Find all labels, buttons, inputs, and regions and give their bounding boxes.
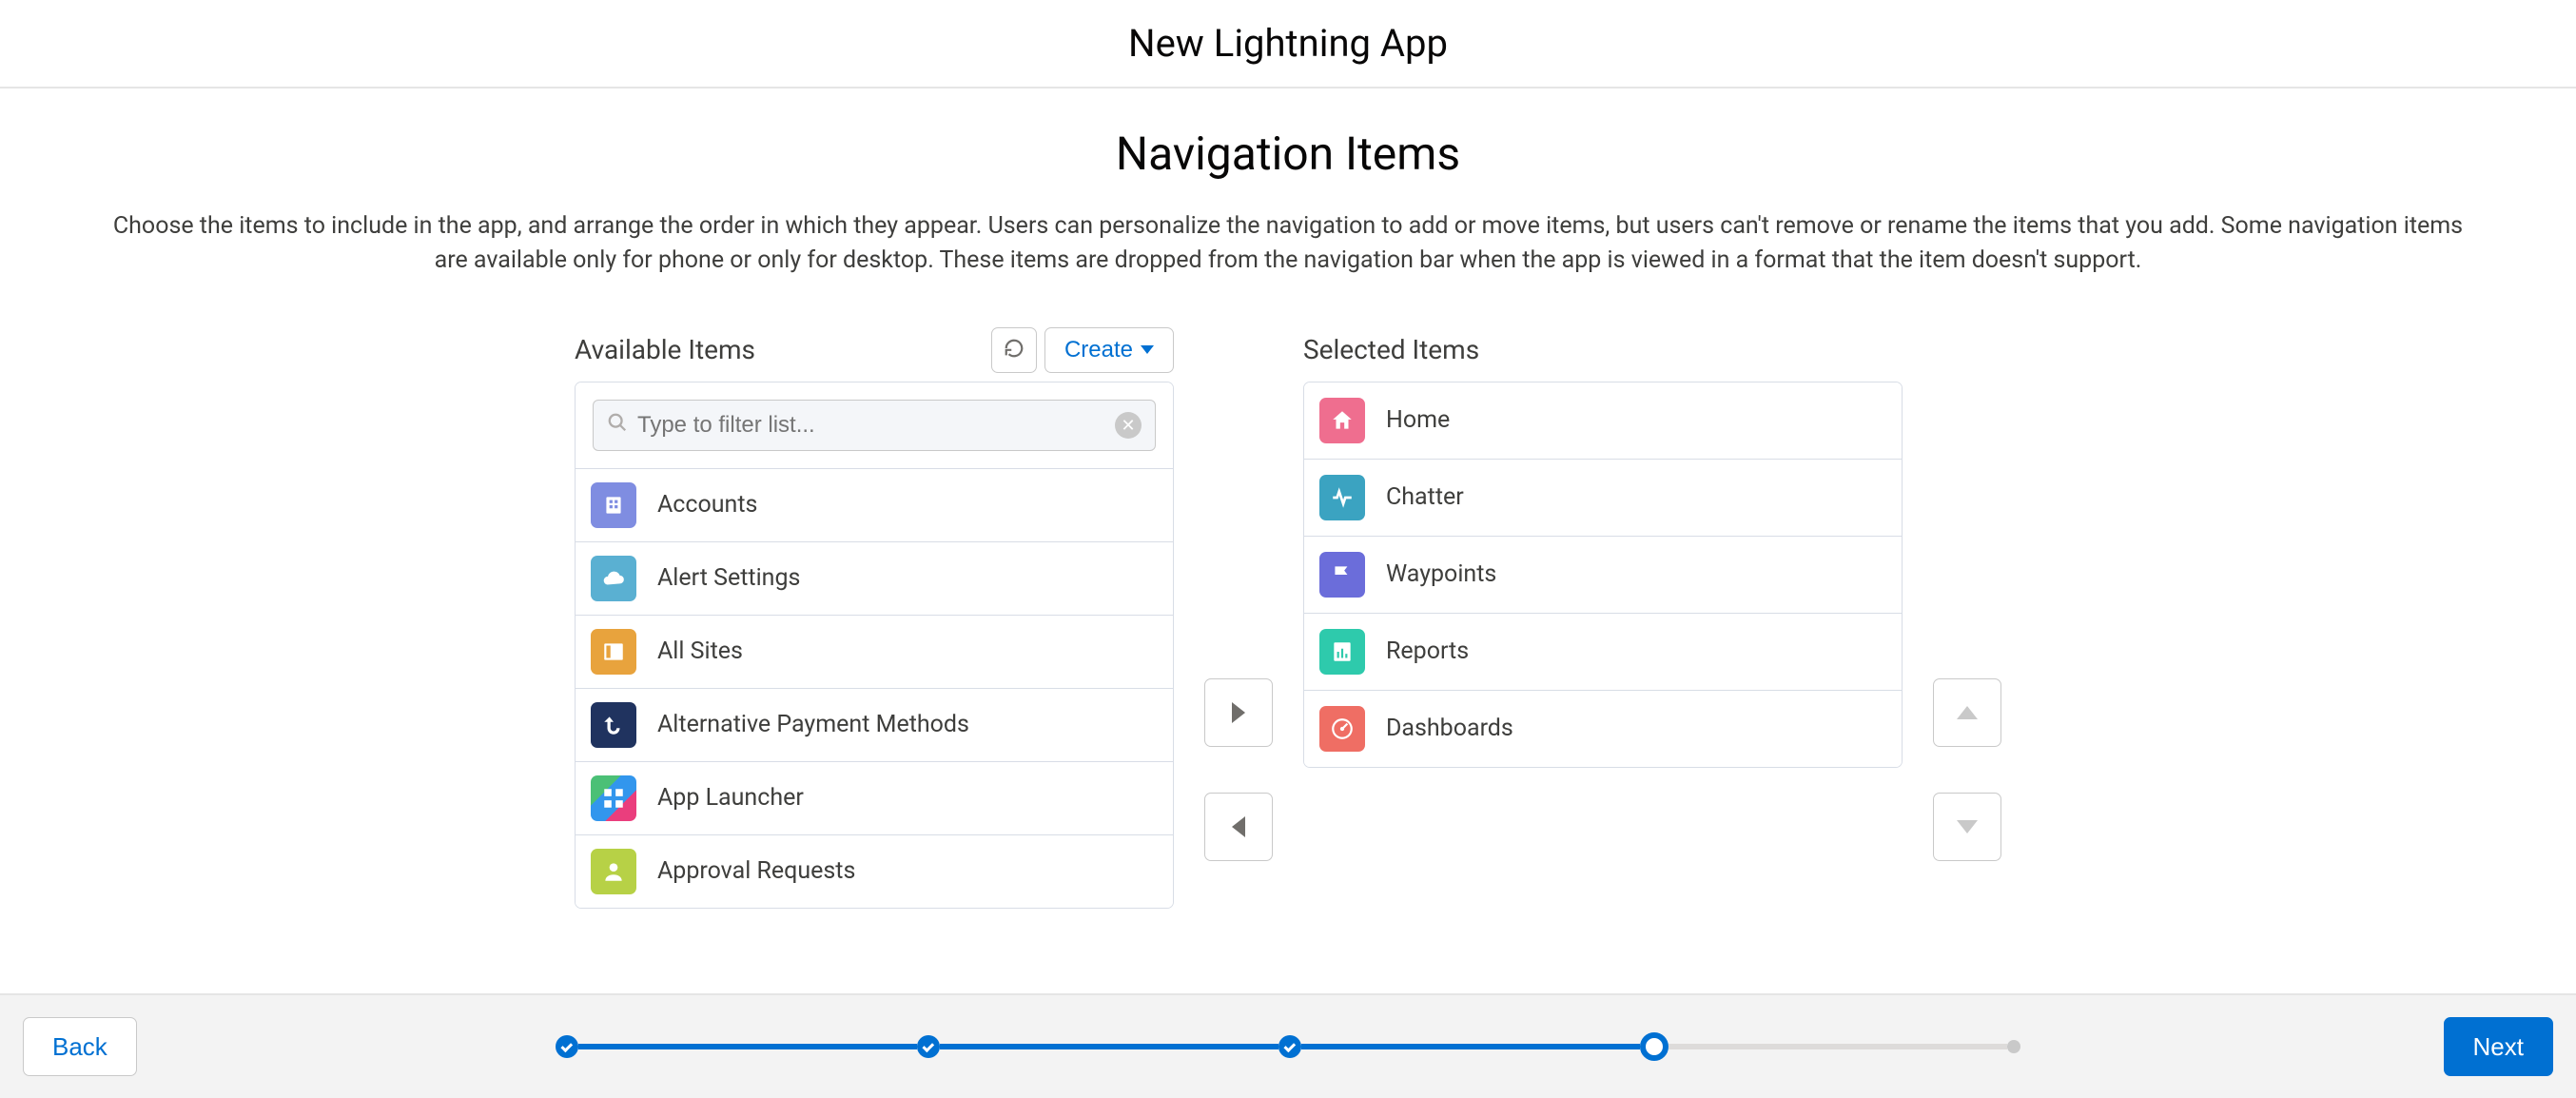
move-down-button[interactable] <box>1933 793 2001 861</box>
refresh-button[interactable] <box>991 327 1037 373</box>
arrow-up-icon <box>1957 706 1978 719</box>
list-item-label: Dashboards <box>1386 715 1513 742</box>
list-item-label: All Sites <box>657 637 743 665</box>
next-button[interactable]: Next <box>2444 1017 2553 1076</box>
available-item[interactable]: Alert Settings <box>576 542 1173 616</box>
list-item-label: Approval Requests <box>657 857 855 885</box>
search-icon <box>607 412 628 439</box>
refresh-icon <box>1004 338 1025 362</box>
modal-title: New Lightning App <box>0 0 2576 88</box>
available-item[interactable]: Alternative Payment Methods <box>576 689 1173 762</box>
arrow-right-icon <box>1232 702 1245 723</box>
chevron-down-icon <box>1141 345 1154 354</box>
selected-item[interactable]: Dashboards <box>1304 691 1902 767</box>
progress-line <box>1669 1044 2007 1049</box>
list-item-label: Home <box>1386 406 1450 434</box>
list-item-label: App Launcher <box>657 784 804 812</box>
list-item-label: Accounts <box>657 491 757 519</box>
remove-button[interactable] <box>1204 793 1273 861</box>
selected-item[interactable]: Waypoints <box>1304 537 1902 614</box>
filter-input-wrap: ✕ <box>593 400 1156 451</box>
progress-step[interactable] <box>1278 1035 1301 1058</box>
section-title: Navigation Items <box>95 127 2481 181</box>
selected-panel: Selected Items Home Chatter Waypoints Repor… <box>1303 326 1903 768</box>
available-item[interactable]: Approval Requests <box>576 835 1173 908</box>
modal-footer: Back Next <box>0 993 2576 1098</box>
selected-title: Selected Items <box>1303 334 1479 365</box>
arrow-down-icon <box>1957 820 1978 833</box>
selected-item[interactable]: Home <box>1304 382 1902 460</box>
cloud-icon <box>591 556 636 601</box>
close-icon: ✕ <box>1121 412 1135 439</box>
available-panel: Available Items Create <box>575 326 1174 909</box>
building-icon <box>591 482 636 528</box>
available-item[interactable]: All Sites <box>576 616 1173 689</box>
selected-item[interactable]: Reports <box>1304 614 1902 691</box>
pulse-icon <box>1319 475 1365 520</box>
available-item[interactable]: Accounts <box>576 469 1173 542</box>
list-item-label: Waypoints <box>1386 560 1496 588</box>
arrow-left-icon <box>1232 816 1245 837</box>
progress-indicator <box>556 1032 2020 1061</box>
progress-step[interactable] <box>2007 1040 2020 1053</box>
gauge-icon <box>1319 706 1365 752</box>
switch-icon <box>591 702 636 748</box>
selected-item[interactable]: Chatter <box>1304 460 1902 537</box>
report-icon <box>1319 629 1365 675</box>
list-item-label: Chatter <box>1386 483 1464 511</box>
add-button[interactable] <box>1204 678 1273 747</box>
tiles-icon <box>591 775 636 821</box>
move-up-button[interactable] <box>1933 678 2001 747</box>
progress-step[interactable] <box>556 1035 578 1058</box>
progress-line <box>578 1044 917 1049</box>
available-title: Available Items <box>575 334 755 365</box>
progress-step[interactable] <box>917 1035 940 1058</box>
progress-step[interactable] <box>1640 1032 1669 1061</box>
flag-icon <box>1319 552 1365 598</box>
panel-icon <box>591 629 636 675</box>
back-button[interactable]: Back <box>23 1017 137 1076</box>
available-listbox: ✕ Accounts Alert Settings All Sites Alterna… <box>575 382 1174 909</box>
person-icon <box>591 849 636 894</box>
selected-listbox: Home Chatter Waypoints Reports Dashboards <box>1303 382 1903 768</box>
list-item-label: Reports <box>1386 637 1469 665</box>
dual-listbox: Available Items Create <box>95 326 2481 909</box>
progress-line <box>940 1044 1278 1049</box>
filter-input[interactable] <box>628 412 1115 439</box>
available-item[interactable]: App Launcher <box>576 762 1173 835</box>
list-item-label: Alternative Payment Methods <box>657 711 969 738</box>
progress-line <box>1301 1044 1640 1049</box>
create-button[interactable]: Create <box>1044 327 1174 373</box>
clear-filter-button[interactable]: ✕ <box>1115 412 1142 439</box>
add-remove-controls <box>1204 678 1273 861</box>
home-icon <box>1319 398 1365 443</box>
create-label: Create <box>1064 337 1133 363</box>
list-item-label: Alert Settings <box>657 564 800 592</box>
reorder-controls <box>1933 678 2001 861</box>
section-description: Choose the items to include in the app, … <box>95 209 2481 279</box>
